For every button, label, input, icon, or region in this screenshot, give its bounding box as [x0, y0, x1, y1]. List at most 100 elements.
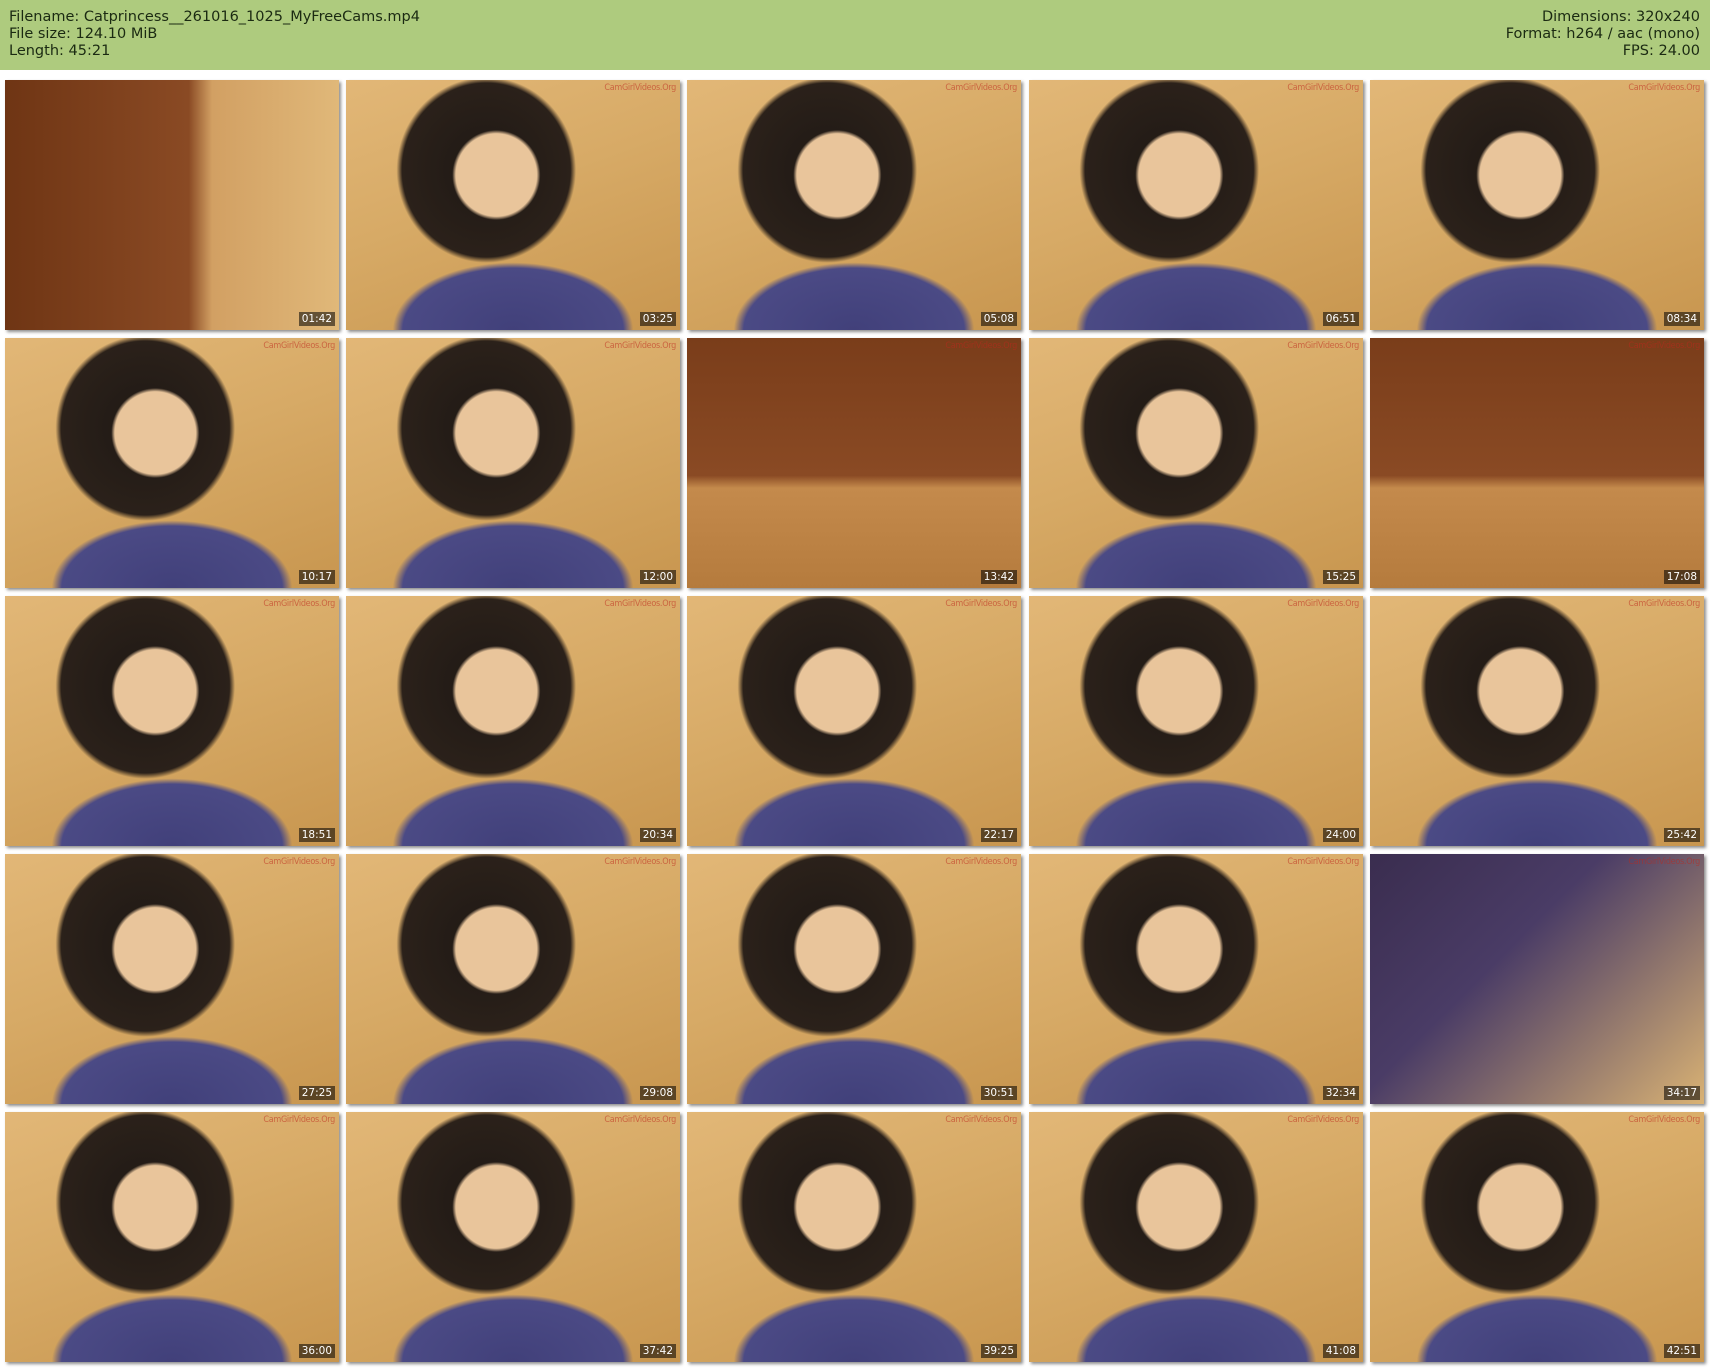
fps-text: FPS: 24.00 [1622, 43, 1700, 59]
thumbnail-frame: CamGirlVideos.Org 25:42 [1370, 596, 1704, 846]
thumbnail-image [1029, 80, 1363, 330]
thumbnail-frame: CamGirlVideos.Org 06:51 [1029, 80, 1363, 330]
timestamp-label: 10:17 [298, 570, 335, 584]
thumbnail-image [346, 1112, 680, 1362]
watermark-text: CamGirlVideos.Org [1287, 857, 1359, 867]
thumbnail-image [687, 1112, 1021, 1362]
watermark-text: CamGirlVideos.Org [945, 1115, 1017, 1125]
thumbnail-frame: CamGirlVideos.Org 20:34 [346, 596, 680, 846]
watermark-text: CamGirlVideos.Org [604, 857, 676, 867]
thumbnail-image [1370, 80, 1704, 330]
timestamp-label: 36:00 [298, 1344, 335, 1358]
timestamp-label: 03:25 [639, 312, 676, 326]
thumbnail-image [687, 854, 1021, 1104]
thumbnail-frame: CamGirlVideos.Org 17:08 [1370, 338, 1704, 588]
thumbnail-image [687, 80, 1021, 330]
timestamp-label: 05:08 [980, 312, 1017, 326]
watermark-text: CamGirlVideos.Org [1287, 1115, 1359, 1125]
thumbnail-frame: CamGirlVideos.Org 37:42 [346, 1112, 680, 1362]
watermark-text: CamGirlVideos.Org [1628, 83, 1700, 93]
watermark-text: CamGirlVideos.Org [263, 599, 335, 609]
thumbnail-frame: CamGirlVideos.Org 29:08 [346, 854, 680, 1104]
thumbnail-frame: CamGirlVideos.Org 12:00 [346, 338, 680, 588]
thumbnail-image [1370, 338, 1704, 588]
watermark-text: CamGirlVideos.Org [1628, 1115, 1700, 1125]
thumbnail-image [5, 854, 339, 1104]
timestamp-label: 13:42 [980, 570, 1017, 584]
thumbnail-image [1029, 1112, 1363, 1362]
watermark-text: CamGirlVideos.Org [1628, 599, 1700, 609]
dimensions-text: Dimensions: 320x240 [1541, 9, 1700, 25]
timestamp-label: 27:25 [298, 1086, 335, 1100]
watermark-text: CamGirlVideos.Org [1287, 83, 1359, 93]
timestamp-label: 32:34 [1322, 1086, 1359, 1100]
watermark-text: CamGirlVideos.Org [1628, 857, 1700, 867]
thumbnail-image [5, 338, 339, 588]
timestamp-label: 17:08 [1663, 570, 1700, 584]
watermark-text: CamGirlVideos.Org [263, 341, 335, 351]
timestamp-label: 18:51 [298, 828, 335, 842]
watermark-text: CamGirlVideos.Org [945, 341, 1017, 351]
timestamp-label: 42:51 [1663, 1344, 1700, 1358]
file-info-left: Filename: Catprincess__261016_1025_MyFre… [9, 9, 420, 60]
format-text: Format: h264 / aac (mono) [1505, 26, 1700, 42]
thumbnail-frame: CamGirlVideos.Org 22:17 [687, 596, 1021, 846]
thumbnail-frame: CamGirlVideos.Org 05:08 [687, 80, 1021, 330]
timestamp-label: 29:08 [639, 1086, 676, 1100]
filename-text: Filename: Catprincess__261016_1025_MyFre… [9, 9, 420, 25]
watermark-text: CamGirlVideos.Org [1287, 341, 1359, 351]
watermark-text: CamGirlVideos.Org [1287, 599, 1359, 609]
thumbnail-frame: CamGirlVideos.Org 27:25 [5, 854, 339, 1104]
thumbnail-grid: 01:42 CamGirlVideos.Org 03:25 CamGirlVideos… [5, 80, 1705, 1364]
watermark-text: CamGirlVideos.Org [1628, 341, 1700, 351]
thumbnail-frame: CamGirlVideos.Org 24:00 [1029, 596, 1363, 846]
thumbnail-image [346, 596, 680, 846]
thumbnail-frame: CamGirlVideos.Org 10:17 [5, 338, 339, 588]
timestamp-label: 22:17 [980, 828, 1017, 842]
watermark-text: CamGirlVideos.Org [263, 857, 335, 867]
thumbnail-frame: CamGirlVideos.Org 08:34 [1370, 80, 1704, 330]
watermark-text: CamGirlVideos.Org [604, 1115, 676, 1125]
timestamp-label: 15:25 [1322, 570, 1359, 584]
thumbnail-frame: 01:42 [5, 80, 339, 330]
thumbnail-image [346, 80, 680, 330]
thumbnail-frame: CamGirlVideos.Org 41:08 [1029, 1112, 1363, 1362]
timestamp-label: 34:17 [1663, 1086, 1700, 1100]
timestamp-label: 12:00 [639, 570, 676, 584]
timestamp-label: 08:34 [1663, 312, 1700, 326]
info-header: Filename: Catprincess__261016_1025_MyFre… [0, 0, 1710, 70]
file-info-right: Dimensions: 320x240 Format: h264 / aac (… [1506, 9, 1700, 60]
timestamp-label: 37:42 [639, 1344, 676, 1358]
timestamp-label: 41:08 [1322, 1344, 1359, 1358]
watermark-text: CamGirlVideos.Org [945, 857, 1017, 867]
timestamp-label: 01:42 [298, 312, 335, 326]
thumbnail-frame: CamGirlVideos.Org 13:42 [687, 338, 1021, 588]
timestamp-label: 30:51 [980, 1086, 1017, 1100]
thumbnail-image [687, 596, 1021, 846]
watermark-text: CamGirlVideos.Org [604, 83, 676, 93]
length-text: Length: 45:21 [9, 43, 111, 59]
thumbnail-image [1370, 1112, 1704, 1362]
thumbnail-image [5, 1112, 339, 1362]
timestamp-label: 24:00 [1322, 828, 1359, 842]
timestamp-label: 06:51 [1322, 312, 1359, 326]
thumbnail-image [1370, 854, 1704, 1104]
thumbnail-image [5, 80, 339, 330]
thumbnail-image [1370, 596, 1704, 846]
thumbnail-image [5, 596, 339, 846]
thumbnail-frame: CamGirlVideos.Org 15:25 [1029, 338, 1363, 588]
thumbnail-frame: CamGirlVideos.Org 42:51 [1370, 1112, 1704, 1362]
thumbnail-frame: CamGirlVideos.Org 36:00 [5, 1112, 339, 1362]
timestamp-label: 25:42 [1663, 828, 1700, 842]
timestamp-label: 20:34 [639, 828, 676, 842]
thumbnail-frame: CamGirlVideos.Org 03:25 [346, 80, 680, 330]
thumbnail-frame: CamGirlVideos.Org 39:25 [687, 1112, 1021, 1362]
thumbnail-frame: CamGirlVideos.Org 18:51 [5, 596, 339, 846]
thumbnail-image [346, 854, 680, 1104]
thumbnail-image [1029, 854, 1363, 1104]
thumbnail-frame: CamGirlVideos.Org 34:17 [1370, 854, 1704, 1104]
watermark-text: CamGirlVideos.Org [945, 599, 1017, 609]
thumbnail-image [346, 338, 680, 588]
watermark-text: CamGirlVideos.Org [945, 83, 1017, 93]
watermark-text: CamGirlVideos.Org [604, 599, 676, 609]
